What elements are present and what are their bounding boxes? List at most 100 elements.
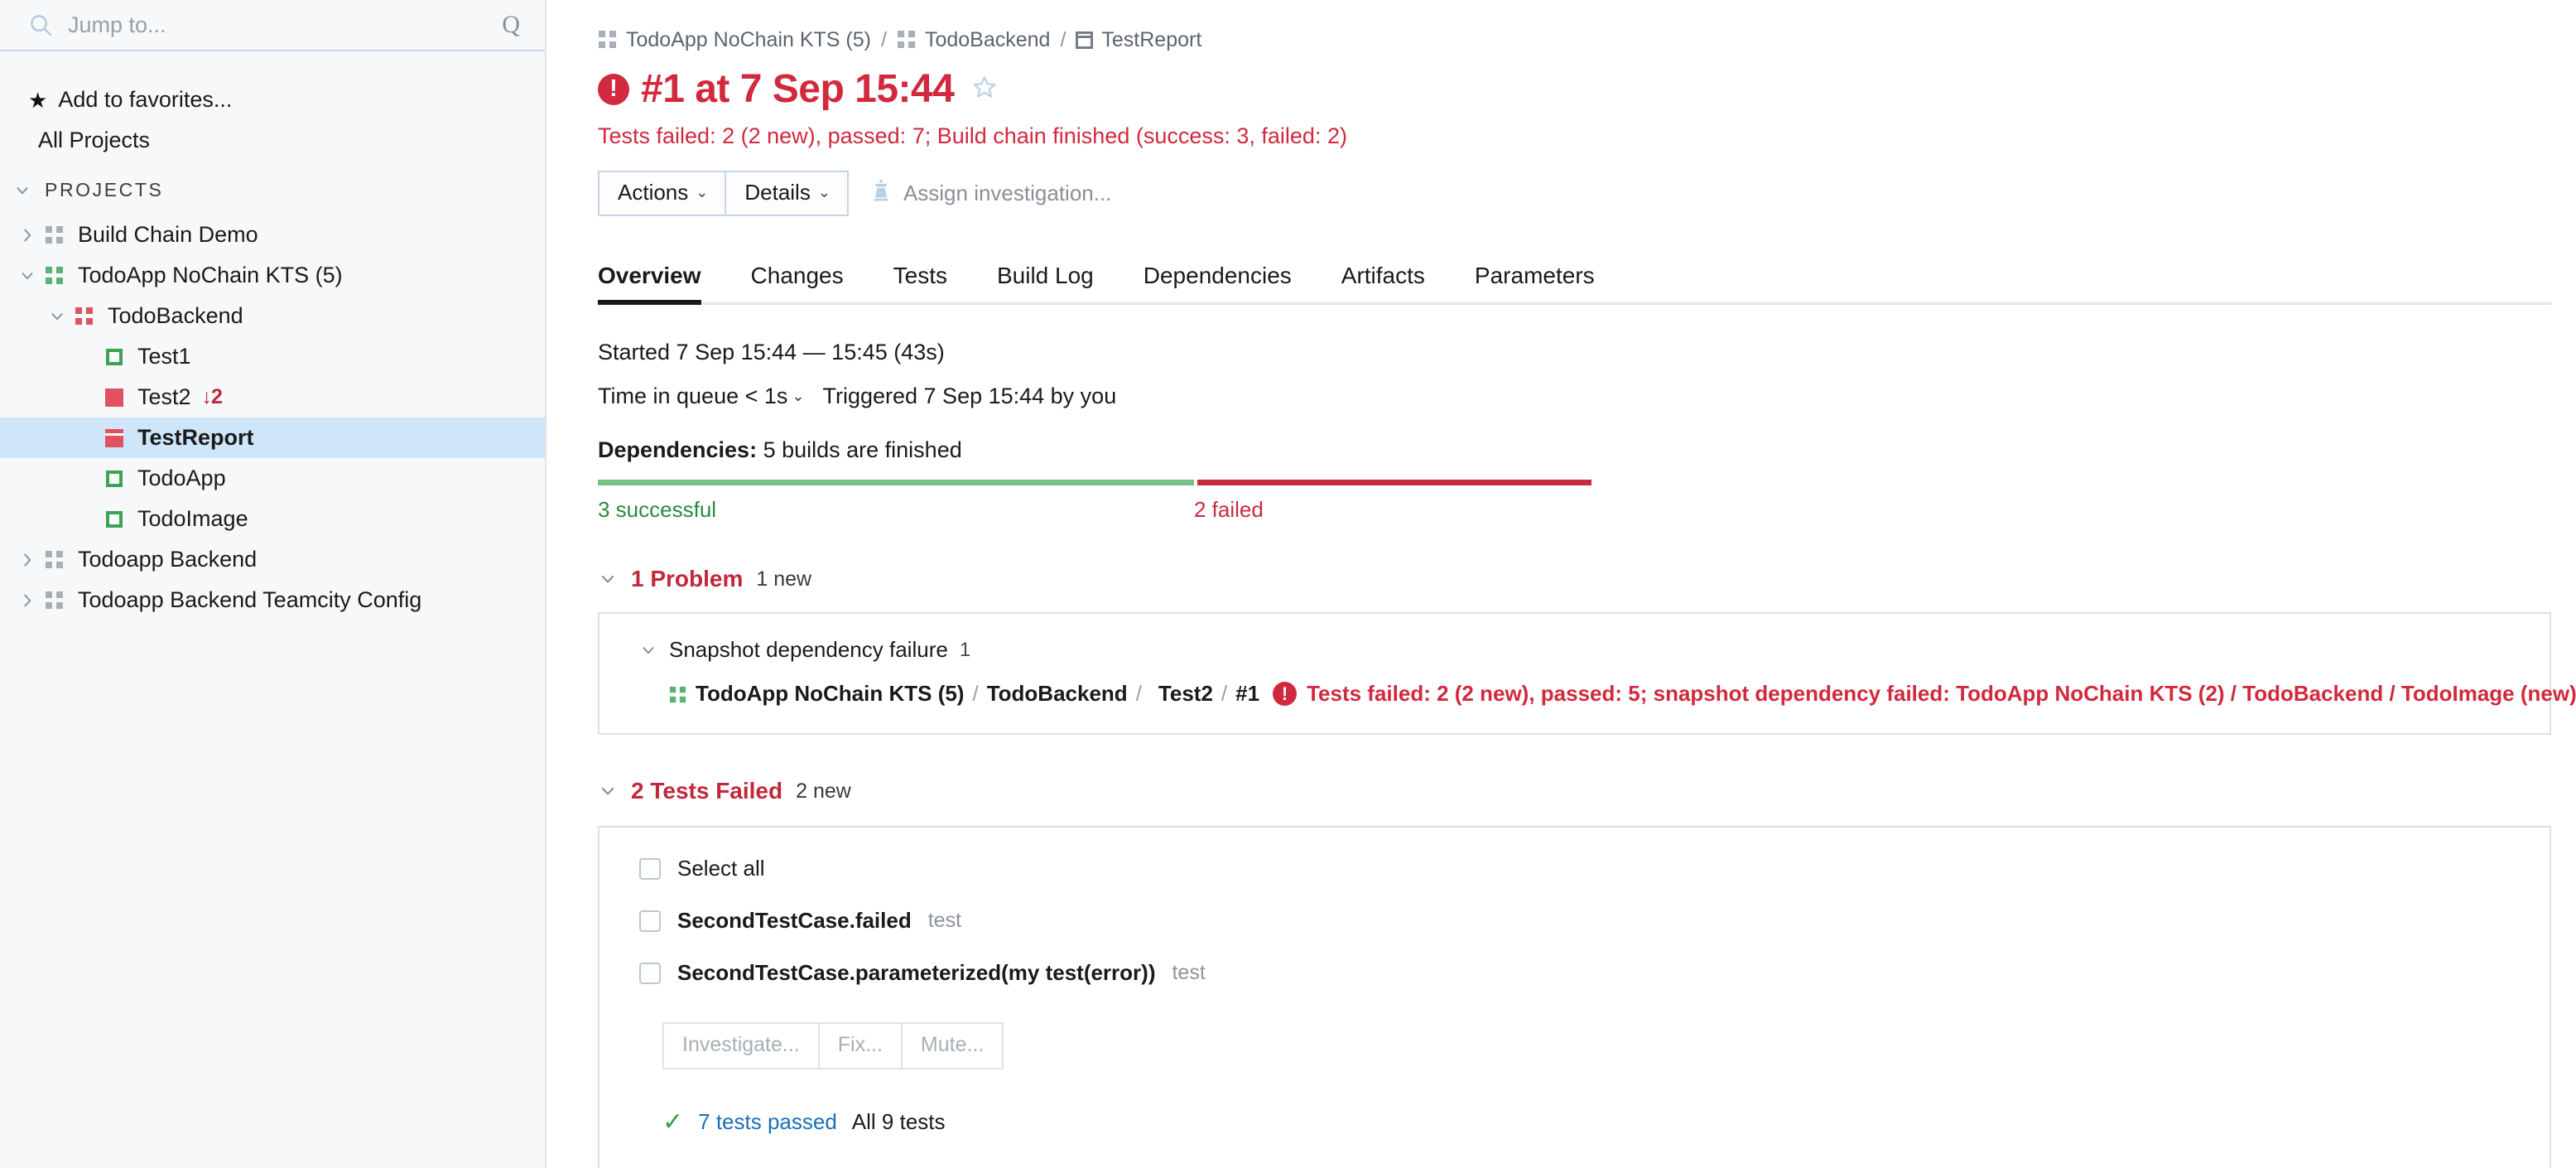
chevron-down-icon — [598, 569, 618, 589]
tab-overview[interactable]: Overview — [598, 263, 726, 305]
problem-entry-subproject[interactable]: TodoBackend — [987, 681, 1128, 707]
tests-failed-section-header[interactable]: 2 Tests Failed 2 new — [598, 778, 2576, 804]
tree-item-testreport[interactable]: TestReport — [0, 417, 545, 458]
tree-item-todobackend[interactable]: TodoBackend — [0, 296, 545, 336]
problems-new-count: 1 new — [756, 567, 812, 591]
chevron-down-icon: ⌄ — [817, 184, 831, 200]
select-all-checkbox[interactable] — [639, 857, 661, 880]
dependencies-bar-success-segment[interactable] — [598, 480, 1194, 485]
breadcrumb-project[interactable]: TodoApp NoChain KTS (5) — [598, 28, 871, 52]
failed-test-row[interactable]: SecondTestCase.parameterized(my test(err… — [599, 960, 2550, 986]
problem-group-label: Snapshot dependency failure — [669, 637, 948, 662]
build-report-square-icon — [101, 428, 128, 447]
tree-item-label: TodoApp — [137, 466, 226, 490]
tab-dependencies[interactable]: Dependencies — [1119, 263, 1317, 302]
assign-investigation-button[interactable]: Assign investigation... — [870, 179, 1111, 208]
tab-label: Artifacts — [1341, 263, 1425, 288]
breadcrumb-subproject[interactable]: TodoBackend — [897, 28, 1050, 52]
build-report-square-icon — [1076, 31, 1094, 49]
failed-test-name[interactable]: SecondTestCase.failed — [677, 908, 912, 934]
time-in-queue-label[interactable]: Time in queue < 1s — [598, 384, 787, 409]
tab-changes[interactable]: Changes — [726, 263, 869, 302]
tree-item-label: Todoapp Backend — [78, 547, 258, 572]
star-filled-icon: ★ — [28, 87, 48, 113]
tree-item-todoimage[interactable]: TodoImage — [0, 499, 545, 539]
mute-button[interactable]: Mute... — [902, 1022, 1004, 1069]
tests-failed-panel: Select all SecondTestCase.failed test Seco… — [598, 826, 2551, 1168]
dependencies-bar-failed-segment[interactable] — [1197, 480, 1591, 485]
actions-button[interactable]: Actions ⌄ — [598, 171, 727, 216]
project-grid-gray-icon — [41, 225, 68, 245]
problem-entry-project[interactable]: TodoApp NoChain KTS (5) — [696, 681, 964, 707]
tree-item-todoapp-nochain-kts-5[interactable]: TodoApp NoChain KTS (5) — [0, 255, 545, 296]
search-input[interactable] — [68, 12, 488, 38]
build-failed-square-icon — [101, 388, 128, 407]
chevron-right-icon[interactable] — [13, 226, 41, 244]
failed-count-label[interactable]: 2 failed — [1194, 497, 1591, 523]
search-shortcut-hint: Q — [502, 11, 520, 38]
project-grid-red-icon — [71, 306, 98, 326]
tree-item-test1[interactable]: Test1 — [0, 336, 545, 377]
problem-entry-build-number[interactable]: #1 — [1235, 681, 1259, 707]
project-tree: Build Chain Demo TodoApp NoChain KTS (5) T… — [0, 215, 545, 620]
failed-test-row[interactable]: SecondTestCase.failed test — [599, 908, 2550, 934]
test-actions-group: Investigate... Fix... Mute... — [662, 1022, 1004, 1069]
favorite-star-icon[interactable] — [972, 75, 997, 104]
assign-investigation-label: Assign investigation... — [903, 181, 1112, 205]
tab-label: Dependencies — [1143, 263, 1292, 288]
failed-test-name[interactable]: SecondTestCase.parameterized(my test(err… — [677, 960, 1155, 986]
tests-passed-row: ✓ 7 tests passed All 9 tests — [599, 1109, 2550, 1135]
projects-section-header[interactable]: PROJECTS — [0, 161, 545, 211]
tab-tests[interactable]: Tests — [869, 263, 972, 302]
breadcrumb-build-config[interactable]: TestReport — [1076, 28, 1201, 52]
tree-item-test2[interactable]: Test2 ↓2 — [0, 377, 545, 417]
error-icon: ! — [598, 73, 629, 105]
tree-item-failed-badge: ↓2 — [201, 385, 223, 408]
problems-section-header[interactable]: 1 Problem 1 new — [598, 566, 2576, 592]
failed-test-kind: test — [927, 909, 962, 932]
tree-item-label: Test1 — [137, 344, 191, 369]
tab-artifacts[interactable]: Artifacts — [1317, 263, 1450, 302]
problem-entry-message-text: Tests failed: 2 (2 new), passed: 5; snap… — [1307, 681, 2576, 706]
chevron-down-icon[interactable]: ⌄ — [792, 388, 804, 405]
investigate-button[interactable]: Investigate... — [662, 1022, 820, 1069]
failed-test-checkbox[interactable] — [639, 962, 661, 984]
tree-item-todoapp-backend-teamcity-config[interactable]: Todoapp Backend Teamcity Config — [0, 580, 545, 620]
breadcrumb-separator: / — [1060, 27, 1067, 51]
started-line: Started 7 Sep 15:44 — 15:45 (43s) — [598, 340, 945, 364]
all-tests-link[interactable]: All 9 tests — [852, 1109, 946, 1135]
tree-item-label: Build Chain Demo — [78, 222, 258, 247]
page-title[interactable]: #1 at 7 Sep 15:44 — [641, 66, 955, 112]
build-tabs: Overview Changes Tests Build Log Dependencie… — [598, 263, 2552, 305]
path-separator: / — [1135, 681, 1142, 706]
select-all-row[interactable]: Select all — [599, 856, 2550, 881]
chevron-down-icon[interactable] — [13, 267, 41, 285]
dependencies-summary: Dependencies: 5 builds are finished — [598, 437, 2576, 463]
add-to-favorites-link[interactable]: ★ Add to favorites... — [0, 80, 545, 120]
problem-entry-build[interactable]: Test2 — [1158, 681, 1213, 707]
build-status-text: Tests failed: 2 (2 new), passed: 7; Buil… — [598, 123, 1347, 148]
path-separator: / — [972, 681, 979, 706]
problem-group-header[interactable]: Snapshot dependency failure 1 — [639, 637, 2550, 663]
chevron-right-icon[interactable] — [13, 591, 41, 610]
all-projects-link[interactable]: All Projects — [0, 120, 545, 161]
tab-build-log[interactable]: Build Log — [972, 263, 1119, 302]
details-button[interactable]: Details ⌄ — [726, 171, 849, 216]
tree-item-build-chain-demo[interactable]: Build Chain Demo — [0, 215, 545, 255]
project-grid-green-icon — [41, 266, 68, 286]
chevron-right-icon[interactable] — [13, 551, 41, 569]
triggered-label: Triggered 7 Sep 15:44 by you — [822, 384, 1117, 408]
project-grid-gray-icon — [41, 591, 68, 611]
sidebar-search-bar[interactable]: Q — [0, 0, 545, 51]
dependencies-label: Dependencies: — [598, 437, 758, 462]
chevron-down-icon[interactable] — [43, 307, 71, 326]
failed-test-checkbox[interactable] — [639, 910, 661, 932]
fix-button[interactable]: Fix... — [819, 1022, 903, 1069]
problems-panel-inner: Snapshot dependency failure 1 TodoApp No… — [599, 637, 2576, 707]
successful-count-label[interactable]: 3 successful — [598, 497, 1194, 523]
tab-label: Changes — [750, 263, 844, 288]
tree-item-todoapp[interactable]: TodoApp — [0, 458, 545, 499]
tests-passed-link[interactable]: 7 tests passed — [698, 1109, 837, 1135]
tab-parameters[interactable]: Parameters — [1450, 263, 1620, 302]
tree-item-todoapp-backend[interactable]: Todoapp Backend — [0, 539, 545, 580]
